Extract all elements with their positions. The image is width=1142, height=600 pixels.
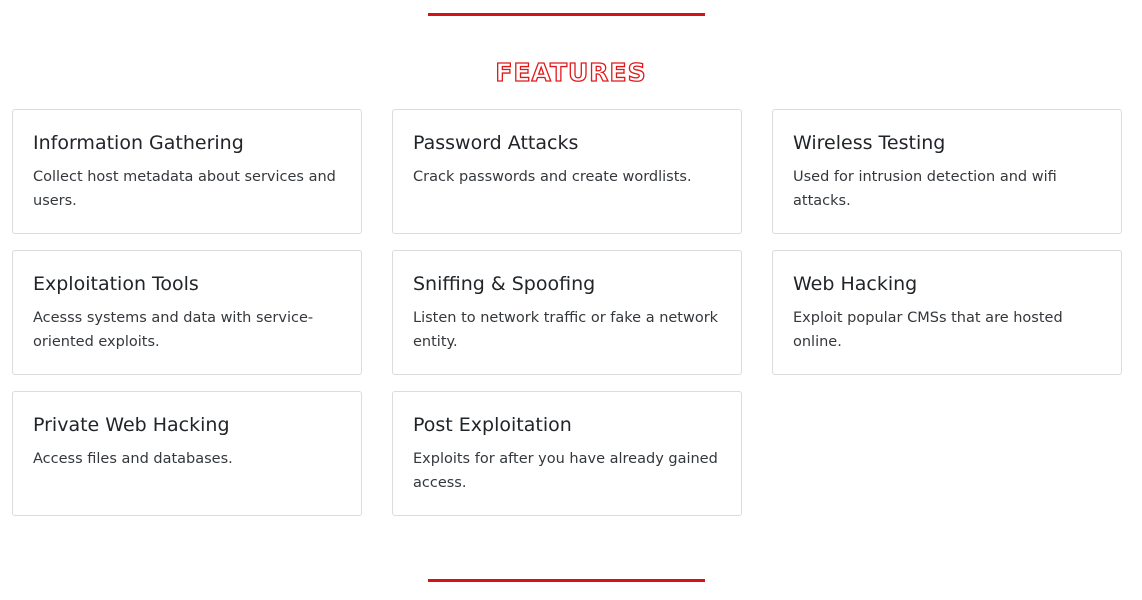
feature-title: Private Web Hacking bbox=[33, 414, 230, 436]
feature-card-post-exploitation: Post Exploitation Exploits for after you… bbox=[392, 391, 742, 516]
feature-title: Sniffing & Spoofing bbox=[413, 273, 596, 295]
feature-card-private-web-hacking: Private Web Hacking Access files and dat… bbox=[12, 391, 362, 516]
feature-description: Access files and databases. bbox=[33, 451, 233, 467]
top-divider bbox=[428, 13, 705, 16]
feature-card-password-attacks: Password Attacks Crack passwords and cre… bbox=[392, 109, 742, 234]
feature-card-information-gathering: Information Gathering Collect host metad… bbox=[12, 109, 362, 234]
feature-description: Crack passwords and create wordlists. bbox=[413, 169, 692, 185]
feature-card-exploitation-tools: Exploitation Tools Acesss systems and da… bbox=[12, 250, 362, 375]
feature-description: Exploits for after you have already gain… bbox=[413, 451, 718, 491]
feature-description: Collect host metadata about services and… bbox=[33, 169, 336, 209]
feature-title: Exploitation Tools bbox=[33, 273, 199, 295]
feature-card-web-hacking: Web Hacking Exploit popular CMSs that ar… bbox=[772, 250, 1122, 375]
feature-description: Exploit popular CMSs that are hosted onl… bbox=[793, 310, 1063, 350]
feature-description: Listen to network traffic or fake a netw… bbox=[413, 310, 719, 350]
feature-title: Post Exploitation bbox=[413, 414, 572, 436]
section-title: FEATURES bbox=[495, 57, 647, 87]
feature-title: Wireless Testing bbox=[793, 132, 946, 154]
feature-title: Information Gathering bbox=[33, 132, 244, 154]
feature-card-sniffing-spoofing: Sniffing & Spoofing Listen to network tr… bbox=[392, 250, 742, 375]
bottom-divider bbox=[428, 579, 705, 582]
feature-description: Acesss systems and data with service-ori… bbox=[33, 310, 314, 350]
feature-title: Password Attacks bbox=[413, 132, 579, 154]
feature-card-wireless-testing: Wireless Testing Used for intrusion dete… bbox=[772, 109, 1122, 234]
feature-title: Web Hacking bbox=[793, 273, 918, 295]
features-section: FEATURES Information Gathering Collect h… bbox=[0, 0, 1142, 600]
feature-description: Used for intrusion detection and wifi at… bbox=[793, 169, 1057, 209]
